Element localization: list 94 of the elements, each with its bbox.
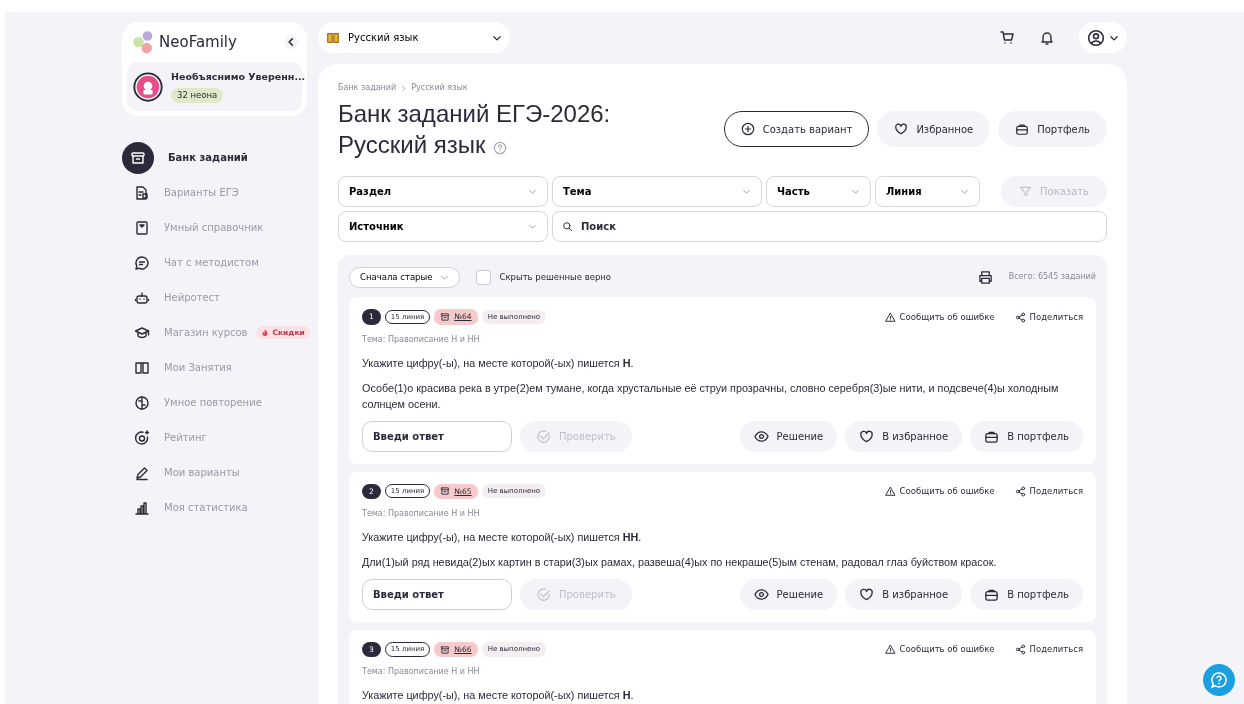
chevron-down-icon [528,222,537,232]
chevron-down-icon [960,187,969,197]
checkbox-label: Скрыть решенные верно [499,271,612,284]
open-book-icon [134,359,150,376]
task-count: Всего: 6545 заданий [1008,271,1096,284]
report-link[interactable]: Сообщить об ошибке [884,484,995,498]
share-link[interactable]: Поделиться [1014,310,1083,324]
task-action-button[interactable]: Решение [739,420,838,452]
robot-icon [134,289,150,306]
graduation-cap-icon [134,324,150,341]
breadcrumb-link[interactable]: Русский язык [411,82,468,94]
question-text: Укажите цифру(-ы), на месте которой(-ых) пишется Н. [362,355,635,371]
plus-circle-icon [740,122,755,137]
chat-icon [134,254,150,271]
chevron-down-icon [528,187,537,197]
chevron-down-icon [742,187,751,197]
topic-text: Тема: Правописание Н и НН [362,333,481,346]
share-icon [1014,644,1026,656]
question-text: Укажите цифру(-ы), на месте которой(-ых) пишется Н. [362,688,635,704]
sort-dropdown[interactable]: Сначала старые [349,266,461,288]
header-button[interactable]: Избранное [877,111,991,148]
task-action-button[interactable]: В избранное [845,420,963,452]
heart-icon [859,587,875,603]
bag-icon [984,587,1000,603]
logo-text: NeoFamily [159,31,238,53]
page-title-line: Русский язык [338,130,486,161]
filter-dropdown[interactable]: Часть [766,176,871,208]
share-icon [1014,311,1026,323]
target-icon [134,429,150,446]
filter-dropdown[interactable]: Раздел [338,176,548,208]
user-icon [1087,28,1105,47]
flame-icon [260,328,269,337]
printer-icon [977,270,993,286]
report-link[interactable]: Сообщить об ошибке [884,643,995,657]
book-icon [326,30,340,45]
book-icon [134,219,150,236]
bar-chart-icon [134,499,150,516]
breadcrumb-link[interactable]: Банк заданий [338,82,397,94]
warning-icon [884,485,896,497]
question-text: Укажите цифру(-ы), на месте которой(-ых) пишется НН. [362,529,643,545]
heart-icon [894,122,909,137]
chevron-right-icon [400,84,408,92]
checkbox[interactable] [476,269,492,285]
answer-field[interactable]: Введи ответ [362,420,512,452]
check-circle-icon [536,428,551,444]
help-icon [1210,671,1228,689]
subject-dropdown[interactable]: Русский язык [318,22,510,53]
page-title-line: Банк заданий ЕГЭ-2026: [338,99,611,129]
balance-badge: 32 неона [171,88,224,103]
archive-box-icon [130,149,146,166]
bag-icon [1015,122,1030,137]
topic-text: Тема: Правописание Н и НН [362,666,481,679]
topic-text: Тема: Правописание Н и НН [362,507,481,520]
chevron-left-icon [286,37,296,47]
task-action-button[interactable]: В избранное [845,579,963,611]
user-card[interactable]: Необъяснимо Уверенн... 32 неона [127,62,302,111]
task-text: Особе(1)о красива река в утре(2)ем тумане, когда хрустальные её струи прозрачны, словно серебря(3)ые нити, и подсвече(4)ы холодным солнцем осени. [362,381,1060,412]
check-circle-icon [536,587,551,603]
heart-icon [859,428,875,444]
answer-field[interactable]: Введи ответ [362,579,512,611]
profile-button[interactable] [1079,22,1127,53]
avatar-icon [133,71,163,102]
warning-icon [884,644,896,656]
archive-box-icon [440,644,451,655]
chevron-down-icon [851,187,860,197]
cart-icon [999,30,1015,46]
share-link[interactable]: Поделиться [1014,643,1083,657]
share-icon [1014,485,1026,497]
help-circle-icon [493,140,508,155]
bell-icon [1039,30,1055,46]
filter-dropdown[interactable]: Источник [338,211,548,243]
share-link[interactable]: Поделиться [1014,484,1083,498]
warning-icon [884,311,896,323]
eye-icon [753,587,769,603]
filter-icon [1019,185,1032,199]
search-field[interactable]: Поиск [552,211,1107,243]
search-icon [562,221,573,233]
task-action-button[interactable]: В портфель [970,420,1083,452]
logo-icon [131,30,155,54]
document-icon [134,184,150,201]
collapse-button[interactable] [284,35,298,49]
task-text: Дли(1)ый ряд невида(2)ых картин в стари(3)ых рамах, развеша(4)ых по некраше(5)ым стенам, радовал глаз буйством красок. [362,555,998,571]
archive-box-icon [440,486,451,497]
header-button[interactable]: Портфель [998,111,1107,148]
eye-icon [753,428,769,444]
filter-dropdown[interactable]: Линия [875,176,980,208]
sidebar-item[interactable]: Банк заданий [122,140,307,175]
pencil-icon [134,464,150,481]
task-action-button[interactable]: В портфель [970,579,1083,611]
header-button[interactable]: Создать вариант [723,111,870,148]
task-action-button[interactable]: Решение [739,579,838,611]
archive-box-icon [440,312,451,322]
filter-dropdown[interactable]: Тема [552,176,762,208]
report-link[interactable]: Сообщить об ошибке [884,310,995,324]
